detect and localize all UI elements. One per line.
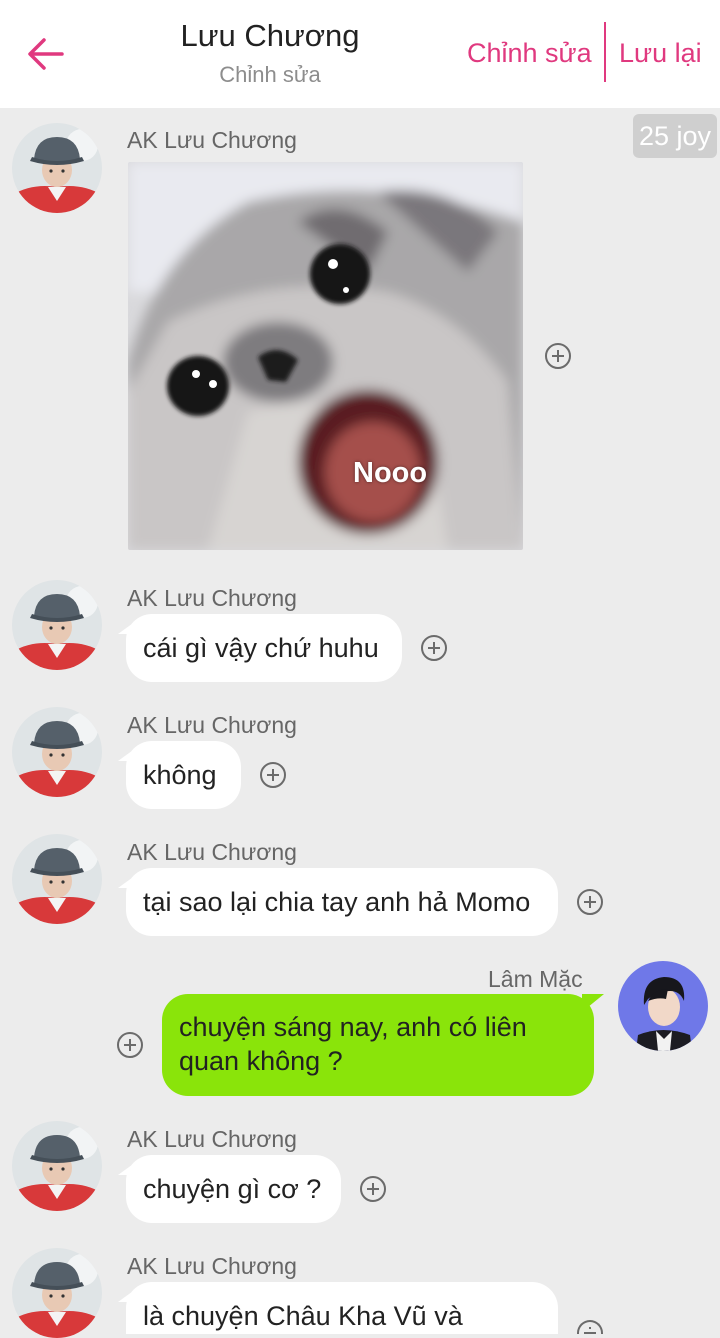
chat-header: Lưu Chương Chỉnh sửa Chỉnh sửa Lưu lại	[0, 0, 720, 108]
sender-name: AK Lưu Chương	[127, 1126, 297, 1152]
sender-name: Lâm Mặc	[488, 966, 583, 992]
save-button[interactable]: Lưu lại	[619, 38, 702, 69]
avatar[interactable]	[12, 707, 102, 797]
page-title: Lưu Chương	[180, 18, 360, 53]
avatar[interactable]	[12, 123, 102, 213]
sender-name: AK Lưu Chương	[127, 712, 297, 738]
image-message[interactable]: Nooo	[128, 162, 523, 550]
avatar[interactable]	[12, 1248, 102, 1338]
edit-button[interactable]: Chỉnh sửa	[467, 38, 592, 69]
avatar[interactable]	[618, 961, 708, 1051]
photo-caption: Nooo	[353, 457, 428, 489]
message-bubble[interactable]: không	[118, 741, 241, 809]
cat-photo	[128, 162, 523, 550]
avatar[interactable]	[12, 1121, 102, 1211]
sender-name: AK Lưu Chương	[127, 839, 297, 865]
message-text: cái gì vậy chứ huhu	[143, 633, 379, 663]
message-bubble[interactable]: tại sao lại chia tay anh hả Momo	[118, 868, 558, 936]
add-reaction-icon[interactable]	[577, 1320, 603, 1334]
sender-name: AK Lưu Chương	[127, 127, 297, 153]
avatar[interactable]	[12, 834, 102, 924]
add-reaction-icon[interactable]	[545, 343, 571, 369]
add-reaction-icon[interactable]	[421, 635, 447, 661]
add-reaction-icon[interactable]	[360, 1176, 386, 1202]
message-text: tại sao lại chia tay anh hả Momo	[143, 887, 531, 917]
add-reaction-icon[interactable]	[117, 1032, 143, 1058]
page-subtitle: Chỉnh sửa	[219, 62, 321, 87]
header-divider	[604, 22, 606, 82]
message-bubble[interactable]: chuyện gì cơ ?	[118, 1155, 341, 1223]
message-text: là chuyện Châu Kha Vũ và	[143, 1301, 463, 1331]
add-reaction-icon[interactable]	[577, 889, 603, 915]
back-arrow-icon[interactable]	[26, 34, 66, 74]
avatar[interactable]	[12, 580, 102, 670]
message-bubble[interactable]: chuyện sáng nay, anh có liên quan không …	[162, 994, 604, 1096]
add-reaction-icon[interactable]	[260, 762, 286, 788]
message-text: không	[143, 760, 217, 790]
sender-name: AK Lưu Chương	[127, 1253, 297, 1279]
message-text: chuyện gì cơ ?	[143, 1174, 322, 1204]
joy-badge: 25 joy	[633, 114, 717, 158]
sender-name: AK Lưu Chương	[127, 585, 297, 611]
message-text: chuyện sáng nay, anh có liên quan không …	[179, 1012, 527, 1076]
message-bubble[interactable]: cái gì vậy chứ huhu	[118, 614, 402, 682]
message-bubble[interactable]: là chuyện Châu Kha Vũ và	[118, 1282, 558, 1334]
